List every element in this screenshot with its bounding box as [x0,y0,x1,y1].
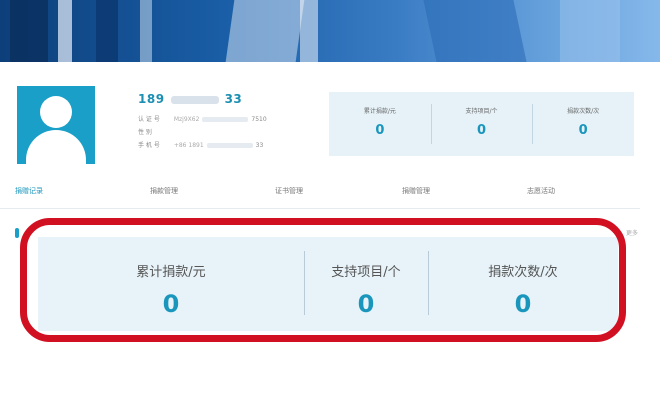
banner-decor [300,0,318,62]
tab-donation-manage[interactable]: 捐款管理 [150,186,178,196]
mini-stat-label: 支持项目/个 [465,108,498,115]
banner-decor [225,0,305,62]
info-row-cert: 认 证 号 Mzj9X62 7510 [138,114,267,123]
banner-decor [10,0,48,62]
banner-decor [58,0,72,62]
stat-projects: 支持项目/个 0 [304,237,428,331]
mini-stat-total-donation: 累计捐款/元 0 [329,92,431,156]
stat-label: 累计捐款/元 [136,265,206,280]
mini-stat-label: 捐款次数/次 [567,108,600,115]
redacted-block [170,95,219,104]
banner-decor [560,0,620,62]
mini-stat-label: 累计捐款/元 [363,108,396,115]
avatar-head [40,96,72,128]
banner-decor [140,0,152,62]
header-banner [0,0,660,62]
summary-stats-small: 累计捐款/元 0 支持项目/个 0 捐款次数/次 0 [329,92,634,156]
avatar-icon[interactable] [17,86,95,164]
tab-gift-manage[interactable]: 捐赠管理 [402,186,430,196]
info-value-end: 33 [255,142,264,149]
stat-label: 捐款次数/次 [488,265,558,280]
info-label: 认 证 号 [138,116,160,123]
summary-stats-large: 累计捐款/元 0 支持项目/个 0 捐款次数/次 0 [38,237,618,331]
info-label: 性 别 [138,129,152,136]
stat-label: 支持项目/个 [331,265,401,280]
redacted-block [206,143,253,148]
info-label: 手 机 号 [138,142,160,149]
tab-divider [0,208,640,209]
tab-certificate-manage[interactable]: 证书管理 [275,186,303,196]
mini-stat-value: 0 [476,123,487,138]
redacted-block [202,117,249,122]
section-marker [15,228,19,238]
info-value-end: 7510 [251,116,267,123]
banner-decor [423,0,527,62]
info-row-phone: 手 机 号 +86 1891 33 [138,140,263,149]
stat-value: 0 [162,290,180,318]
banner-decor [96,0,118,62]
tab-volunteer-activity[interactable]: 志愿活动 [527,186,555,196]
profile-card: 189 33 认 证 号 Mzj9X62 7510 性 别 手 机 号 +86 1891… [0,62,660,396]
info-row-gender: 性 别 [138,127,166,136]
info-value: +86 1891 [173,142,204,149]
stat-total-donation: 累计捐款/元 0 [38,237,304,331]
stat-value: 0 [514,290,532,318]
tab-bar: 捐赠记录 捐款管理 证书管理 捐赠管理 志愿活动 [0,186,660,206]
info-value: Mzj9X62 [173,116,200,123]
user-phone-id: 189 33 [138,92,242,106]
mini-stat-count: 捐款次数/次 0 [532,92,634,156]
user-id-end: 33 [224,92,243,106]
mini-stat-projects: 支持项目/个 0 [430,92,533,156]
stat-value: 0 [357,290,375,318]
more-link[interactable]: 更多 [626,228,638,237]
mini-stat-value: 0 [375,123,385,138]
avatar-body [26,130,86,164]
tab-donation-record[interactable]: 捐赠记录 [15,186,43,196]
stat-donation-count: 捐款次数/次 0 [428,237,618,331]
mini-stat-value: 0 [578,123,588,138]
user-id-start: 189 [138,92,165,106]
